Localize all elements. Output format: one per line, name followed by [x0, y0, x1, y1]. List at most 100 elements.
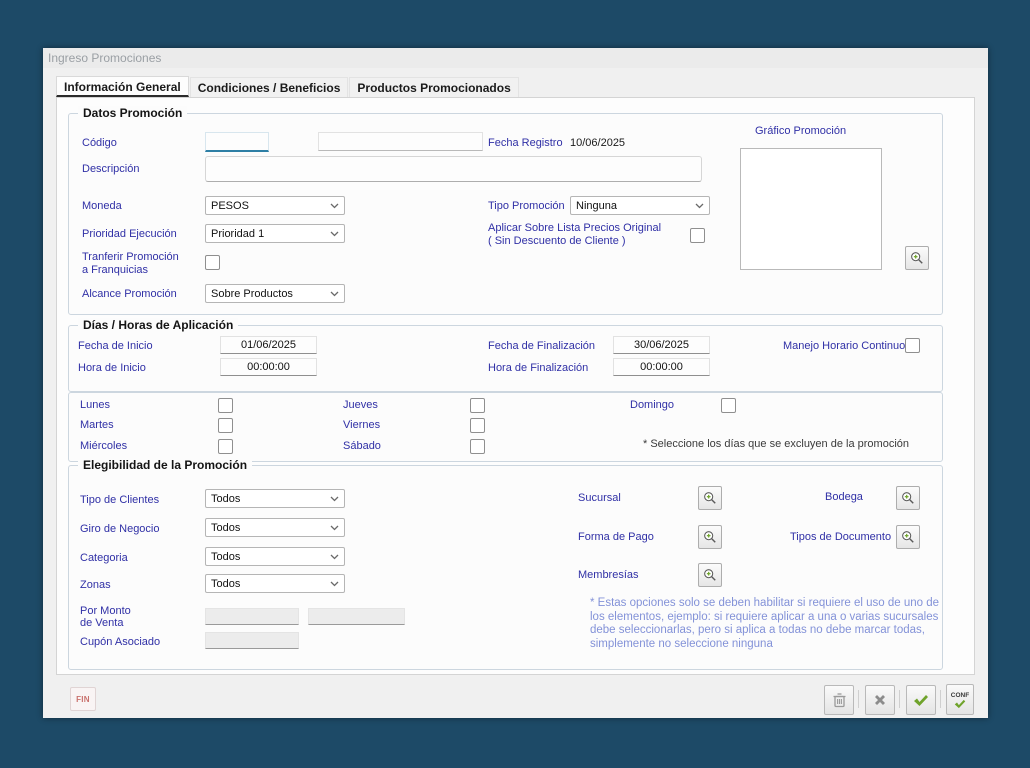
day-checkbox-domingo[interactable]	[721, 398, 736, 413]
categoria-selected-value: Todos	[211, 551, 240, 563]
fecha-inicio-input[interactable]: 01/06/2025	[220, 336, 317, 354]
grafico-zoom-button[interactable]	[905, 246, 929, 270]
manejo-horario-label: Manejo Horario Continuo	[783, 340, 905, 352]
aplicar-lista-label-line2: ( Sin Descuento de Cliente )	[488, 235, 626, 247]
day-label-miercoles: Miércoles	[80, 440, 127, 452]
magnifier-plus-icon	[703, 568, 717, 582]
tab-bar: Información General Condiciones / Benefi…	[56, 79, 520, 97]
codigo-input-2[interactable]	[318, 132, 483, 151]
bodega-search-button[interactable]	[896, 486, 920, 510]
giro-negocio-select[interactable]: Todos	[205, 518, 345, 537]
window-title: Ingreso Promociones	[48, 51, 161, 65]
magnifier-plus-icon	[703, 491, 717, 505]
membresias-label: Membresías	[578, 569, 639, 581]
manejo-horario-checkbox[interactable]	[905, 338, 920, 353]
footer-separator	[940, 690, 941, 708]
alcance-promocion-select[interactable]: Sobre Productos	[205, 284, 345, 303]
cancel-button[interactable]	[865, 685, 895, 715]
sucursal-search-button[interactable]	[698, 486, 722, 510]
hora-inicio-input[interactable]: 00:00:00	[220, 358, 317, 376]
prioridad-ejecucion-select[interactable]: Prioridad 1	[205, 224, 345, 243]
magnifier-plus-icon	[910, 251, 924, 265]
aplicar-lista-checkbox[interactable]	[690, 228, 705, 243]
hora-finalizacion-label: Hora de Finalización	[488, 362, 588, 374]
elegibilidad-legend: Elegibilidad de la Promoción	[78, 458, 252, 472]
chevron-down-icon	[695, 203, 704, 209]
x-icon	[873, 693, 887, 707]
conf-button[interactable]: CONF	[946, 684, 974, 715]
por-monto-input-1	[205, 608, 299, 625]
conf-button-label: CONF	[951, 692, 969, 699]
magnifier-plus-icon	[703, 530, 717, 544]
tipo-promocion-select[interactable]: Ninguna	[570, 196, 710, 215]
forma-pago-label: Forma de Pago	[578, 531, 654, 543]
ingreso-promociones-window: Ingreso Promociones Información General …	[43, 48, 988, 718]
fecha-finalizacion-input[interactable]: 30/06/2025	[613, 336, 710, 354]
prioridad-selected-value: Prioridad 1	[211, 228, 264, 240]
grafico-promocion-label: Gráfico Promoción	[755, 125, 846, 137]
codigo-label: Código	[82, 137, 117, 149]
check-icon	[954, 699, 966, 709]
dias-exclusion-note: * Seleccione los días que se excluyen de…	[643, 438, 909, 450]
day-label-domingo: Domingo	[630, 399, 674, 411]
tipo-clientes-select[interactable]: Todos	[205, 489, 345, 508]
check-icon	[913, 694, 929, 707]
footer-separator	[858, 690, 859, 708]
transferir-label-line2: a Franquicias	[82, 264, 148, 276]
day-checkbox-viernes[interactable]	[470, 418, 485, 433]
day-label-martes: Martes	[80, 419, 114, 431]
day-checkbox-martes[interactable]	[218, 418, 233, 433]
membresias-search-button[interactable]	[698, 563, 722, 587]
day-label-jueves: Jueves	[343, 399, 378, 411]
day-checkbox-sabado[interactable]	[470, 439, 485, 454]
window-titlebar: Ingreso Promociones	[43, 48, 988, 68]
chevron-down-icon	[330, 554, 339, 560]
hora-inicio-label: Hora de Inicio	[78, 362, 146, 374]
tab-condiciones-beneficios[interactable]: Condiciones / Beneficios	[190, 77, 349, 97]
moneda-select[interactable]: PESOS	[205, 196, 345, 215]
fecha-registro-label: Fecha Registro	[488, 137, 563, 149]
tipos-documento-search-button[interactable]	[896, 525, 920, 549]
alcance-selected-value: Sobre Productos	[211, 288, 293, 300]
zonas-select[interactable]: Todos	[205, 574, 345, 593]
por-monto-label-line2: de Venta	[80, 617, 123, 629]
chevron-down-icon	[330, 525, 339, 531]
accept-button[interactable]	[906, 685, 936, 715]
fecha-registro-value: 10/06/2025	[570, 137, 625, 149]
delete-button[interactable]	[824, 685, 854, 715]
trash-icon	[832, 692, 847, 708]
aplicar-lista-label-line1: Aplicar Sobre Lista Precios Original	[488, 222, 661, 234]
descripcion-label: Descripción	[82, 163, 139, 175]
day-checkbox-lunes[interactable]	[218, 398, 233, 413]
fin-button[interactable]: FIN	[70, 687, 96, 711]
day-label-sabado: Sábado	[343, 440, 381, 452]
fecha-inicio-label: Fecha de Inicio	[78, 340, 153, 352]
categoria-select[interactable]: Todos	[205, 547, 345, 566]
tipo-clientes-label: Tipo de Clientes	[80, 494, 159, 506]
zonas-selected-value: Todos	[211, 578, 240, 590]
tab-productos-promocionados[interactable]: Productos Promocionados	[349, 77, 518, 97]
zonas-label: Zonas	[80, 579, 111, 591]
por-monto-input-2	[308, 608, 405, 625]
sucursal-label: Sucursal	[578, 492, 621, 504]
dias-checkbox-box	[68, 392, 943, 462]
footer-separator	[899, 690, 900, 708]
day-label-lunes: Lunes	[80, 399, 110, 411]
datos-promocion-legend: Datos Promoción	[78, 106, 187, 120]
day-checkbox-miercoles[interactable]	[218, 439, 233, 454]
transferir-franquicias-checkbox[interactable]	[205, 255, 220, 270]
day-checkbox-jueves[interactable]	[470, 398, 485, 413]
magnifier-plus-icon	[901, 530, 915, 544]
chevron-down-icon	[330, 496, 339, 502]
tab-informacion-general[interactable]: Información General	[56, 76, 189, 97]
moneda-label: Moneda	[82, 200, 122, 212]
descripcion-input[interactable]	[205, 156, 702, 182]
cupon-asociado-input	[205, 632, 299, 649]
prioridad-ejecucion-label: Prioridad Ejecución	[82, 228, 177, 240]
giro-negocio-selected-value: Todos	[211, 522, 240, 534]
hora-finalizacion-input[interactable]: 00:00:00	[613, 358, 710, 376]
tipo-promocion-selected-value: Ninguna	[576, 200, 617, 212]
codigo-input-1[interactable]	[205, 132, 269, 152]
forma-pago-search-button[interactable]	[698, 525, 722, 549]
alcance-promocion-label: Alcance Promoción	[82, 288, 177, 300]
